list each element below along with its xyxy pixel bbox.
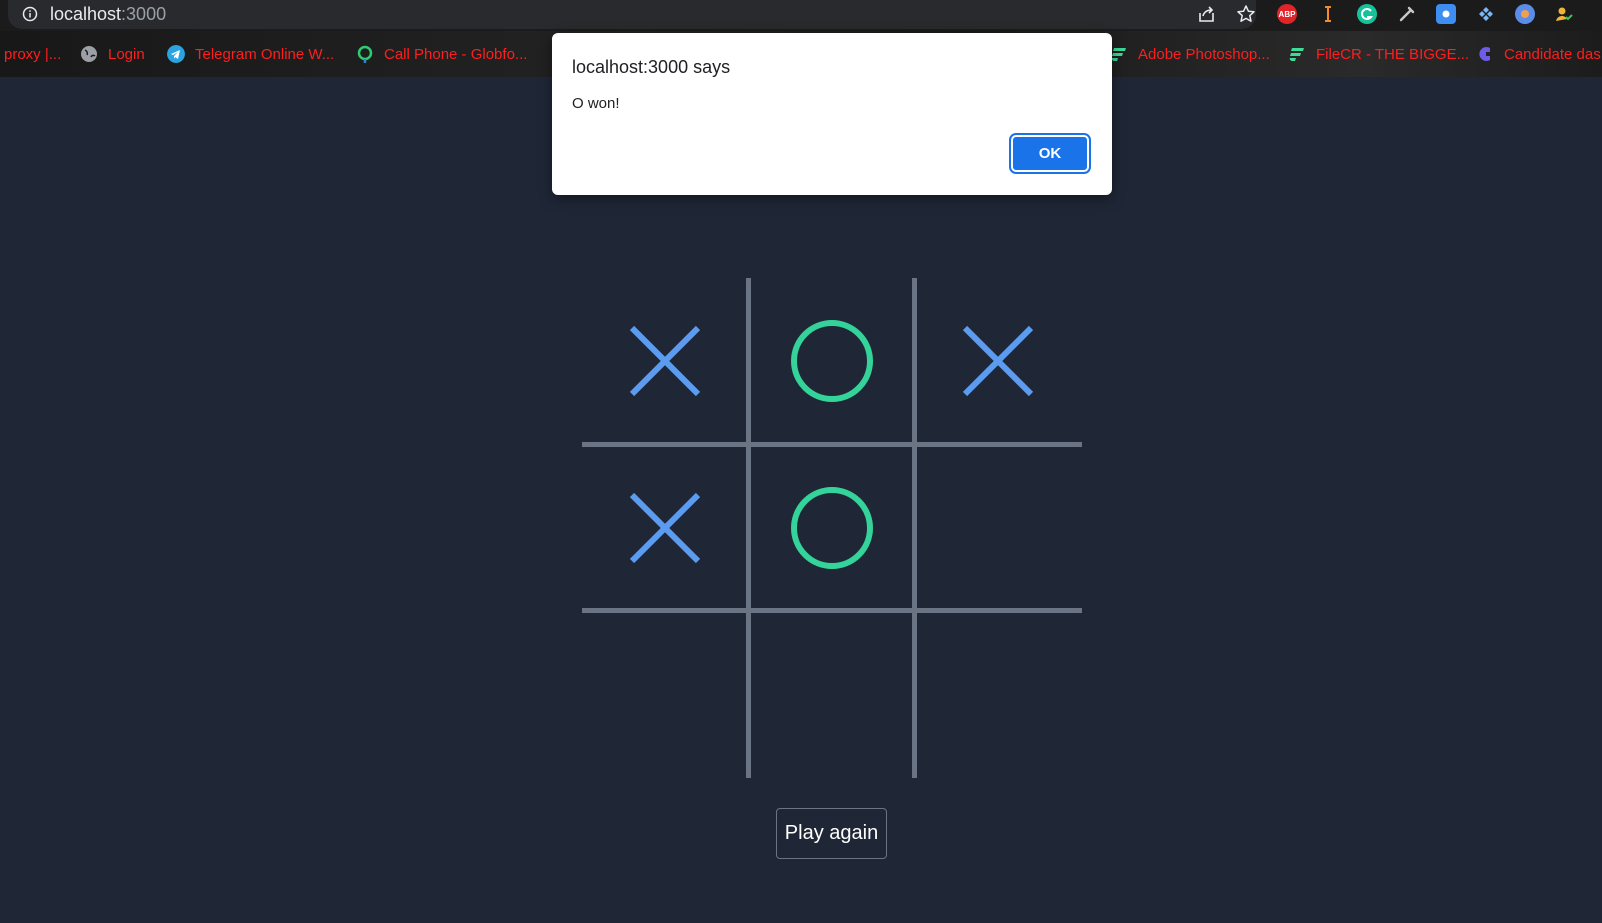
board-cell-0-1[interactable] [749,278,915,444]
play-again-button[interactable]: Play again [776,808,887,859]
bookmark-globfone[interactable]: Call Phone - Globfo... [356,44,527,64]
address-bar[interactable]: localhost:3000 [8,0,1256,29]
candidate-icon [1479,47,1490,61]
x-mark-icon [629,492,701,563]
adblock-icon[interactable]: ABP [1277,4,1297,24]
url-text[interactable]: localhost:3000 [50,4,166,25]
x-mark-icon [629,325,701,397]
o-mark-icon [790,320,873,402]
bookmark-label: Telegram Online W... [195,45,335,63]
bookmark-label: Call Phone - Globfo... [384,45,528,63]
adblock-label: ABP [1278,9,1296,19]
alert-message: O won! [572,95,620,112]
info-icon[interactable] [22,6,38,22]
bookmark-telegram[interactable]: Telegram Online W... [167,44,334,64]
profile-extension-icon[interactable] [1554,4,1574,24]
board-cell-1-1[interactable] [749,445,915,611]
share-icon[interactable] [1196,3,1218,25]
board-cell-1-0[interactable] [582,445,748,611]
bookmark-login[interactable]: Login [80,44,145,64]
alert-title: localhost:3000 says [572,57,731,77]
board-cell-1-2[interactable] [915,445,1081,611]
x-mark-icon [962,325,1034,397]
bookmark-label: Candidate das [1504,45,1601,63]
bookmark-candidate[interactable]: Candidate das [1476,44,1601,64]
puzzle-extension-icon[interactable] [1476,4,1496,24]
star-icon[interactable] [1235,3,1257,25]
board-cell-2-0[interactable] [582,611,748,777]
bookmark-adobe-photoshop[interactable]: Adobe Photoshop... [1110,44,1270,64]
screenshot-icon[interactable] [1436,4,1456,24]
alert-ok-button[interactable]: OK [1009,133,1091,174]
o-mark-icon [790,486,873,569]
bookmark-label: Adobe Photoshop... [1138,45,1270,63]
game-page: Play again [0,77,1602,923]
filecr-icon [1111,48,1126,61]
alert-dialog: localhost:3000 says O won! OK [552,33,1112,195]
eyedropper-icon[interactable] [1397,4,1417,24]
bookmark-proxy[interactable]: proxy |... [4,44,61,64]
bookmark-label: proxy |... [4,45,62,63]
tic-tac-toe-board [582,278,1082,778]
bookmark-filecr[interactable]: FileCR - THE BIGGE... [1288,44,1469,64]
cursor-extension-icon[interactable] [1318,4,1338,24]
telegram-icon [167,45,185,63]
board-cell-0-0[interactable] [582,278,748,444]
circle-extension-icon[interactable] [1515,4,1535,24]
grammarly-icon[interactable] [1357,4,1377,24]
filecr-icon [1289,48,1304,61]
board-cell-2-1[interactable] [749,611,915,777]
bookmark-label: FileCR - THE BIGGE... [1316,45,1470,63]
url-host: localhost [50,4,122,24]
globe-icon [81,46,97,62]
url-port: :3000 [121,4,167,24]
board-cell-2-2[interactable] [915,611,1081,777]
globfone-icon [357,45,373,63]
board-cell-0-2[interactable] [915,278,1081,444]
bookmark-label: Login [108,45,145,63]
